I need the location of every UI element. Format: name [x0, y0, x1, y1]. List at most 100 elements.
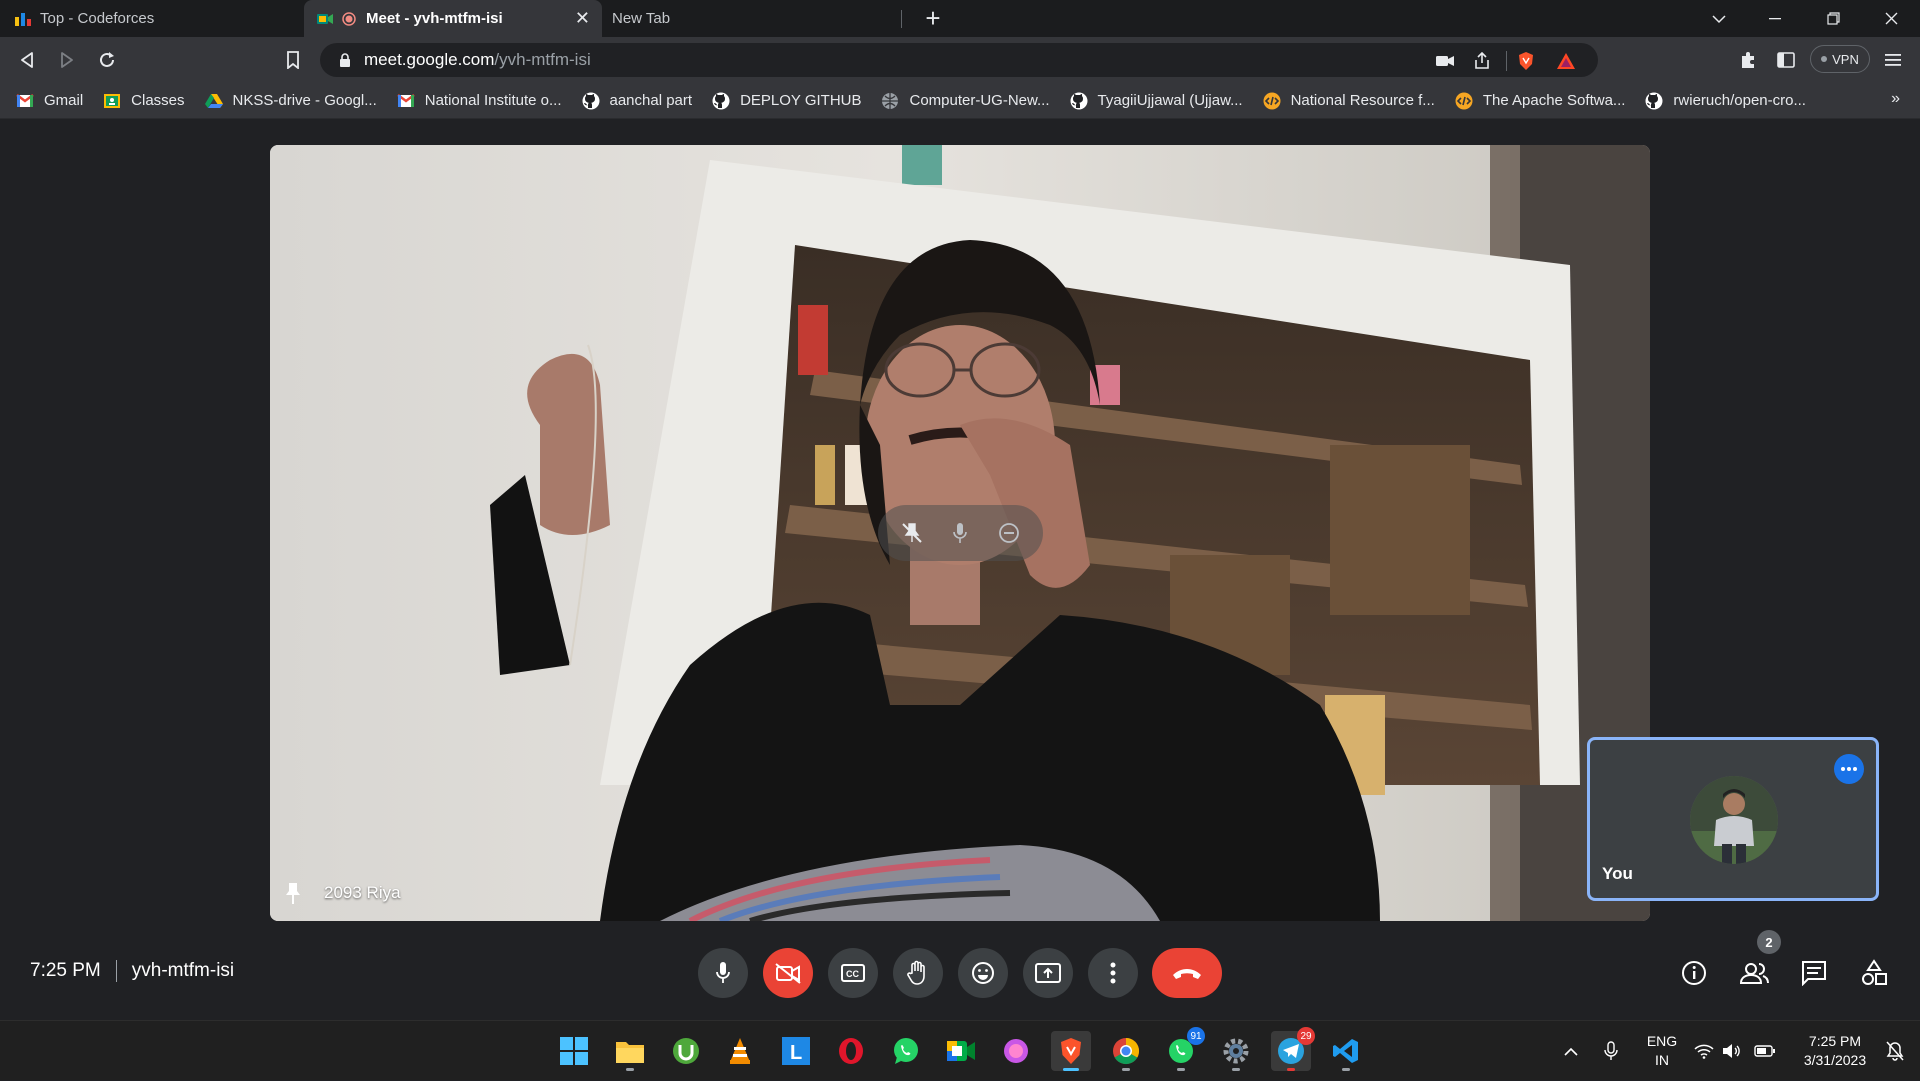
bookmark-item[interactable]: DEPLOY GITHUB — [712, 92, 861, 110]
sidebar-toggle-icon[interactable] — [1771, 45, 1801, 75]
tab-title: Meet - yvh-mtfm-isi — [366, 10, 503, 27]
minimize-button[interactable] — [1746, 0, 1804, 37]
bookmark-item[interactable]: National Institute o... — [397, 92, 562, 110]
raise-hand-button[interactable] — [893, 948, 943, 998]
main-video-tile[interactable] — [270, 145, 1650, 921]
bookmark-item[interactable]: aanchal part — [582, 92, 692, 110]
tab-codeforces[interactable]: Top - Codeforces — [2, 0, 302, 37]
vlc-icon[interactable] — [720, 1031, 760, 1071]
system-clock[interactable]: 7:25 PM 3/31/2023 — [1790, 1021, 1880, 1081]
start-button[interactable] — [554, 1031, 594, 1071]
brave-browser-icon[interactable] — [1051, 1031, 1091, 1071]
bookmark-item[interactable]: Gmail — [16, 92, 83, 110]
github-icon — [1645, 92, 1663, 110]
recording-icon — [340, 10, 357, 27]
brave-rewards-icon[interactable] — [1556, 51, 1576, 71]
menu-icon[interactable] — [1878, 45, 1908, 75]
bookmark-item[interactable]: Computer-UG-New... — [881, 92, 1050, 110]
running-indicator — [1122, 1068, 1130, 1071]
tab-meet[interactable]: Meet - yvh-mtfm-isi ✕ — [304, 0, 602, 37]
settings-icon[interactable] — [1216, 1031, 1256, 1071]
camera-in-use-icon[interactable] — [1435, 51, 1455, 71]
bookmark-item[interactable]: rwieruch/open-cro... — [1645, 92, 1806, 110]
battery-icon[interactable] — [1752, 1021, 1778, 1081]
language-indicator[interactable]: ENG IN — [1640, 1021, 1684, 1081]
bookmark-item[interactable]: The Apache Softwa... — [1455, 92, 1625, 110]
notification-badge: 91 — [1187, 1027, 1205, 1045]
share-icon[interactable] — [1472, 51, 1492, 71]
captions-button[interactable]: CC — [828, 948, 878, 998]
google-meet-icon[interactable] — [941, 1031, 981, 1071]
meeting-details-button[interactable] — [1673, 952, 1715, 994]
lock-icon[interactable] — [330, 52, 360, 68]
mic-icon[interactable] — [945, 518, 975, 548]
notifications-bell-icon[interactable] — [1880, 1021, 1910, 1081]
back-button[interactable] — [12, 45, 42, 75]
opera-icon[interactable] — [831, 1031, 871, 1071]
address-bar[interactable]: meet.google.com/yvh-mtfm-isi — [320, 43, 1598, 77]
close-window-button[interactable] — [1862, 0, 1920, 37]
globe-icon — [881, 92, 899, 110]
file-explorer-icon[interactable] — [610, 1031, 650, 1071]
more-options-button[interactable] — [1834, 754, 1864, 784]
github-icon — [1070, 92, 1088, 110]
vscode-icon[interactable] — [1326, 1031, 1366, 1071]
bookmark-label: NKSS-drive - Googl... — [232, 92, 377, 109]
region-code: IN — [1655, 1052, 1669, 1068]
remove-icon[interactable] — [994, 518, 1024, 548]
browser-tab-bar: Top - Codeforces Meet - yvh-mtfm-isi ✕ N… — [0, 0, 1920, 37]
show-hidden-icons-button[interactable] — [1556, 1021, 1586, 1081]
forward-button[interactable] — [52, 45, 82, 75]
gmail-icon — [397, 92, 415, 110]
code-icon — [1263, 92, 1281, 110]
whatsapp-web-icon[interactable]: 91 — [1161, 1027, 1205, 1071]
more-options-button[interactable] — [1088, 948, 1138, 998]
running-indicator — [1287, 1068, 1295, 1071]
bookmark-item[interactable]: TyagiiUjjawal (Ujjaw... — [1070, 92, 1243, 110]
github-icon — [712, 92, 730, 110]
bookmark-page-icon[interactable] — [278, 45, 308, 75]
bookmark-item[interactable]: National Resource f... — [1263, 92, 1435, 110]
pin-icon — [284, 882, 306, 904]
participant-name-label: 2093 Riya — [284, 882, 401, 904]
divider — [115, 960, 117, 982]
emoji-reactions-button[interactable] — [958, 948, 1008, 998]
present-screen-button[interactable] — [1023, 948, 1073, 998]
activities-button[interactable] — [1853, 952, 1895, 994]
participants-button[interactable] — [1733, 952, 1775, 994]
microphone-button[interactable] — [698, 948, 748, 998]
telegram-icon[interactable]: 29 — [1271, 1027, 1315, 1071]
code-icon — [1455, 92, 1473, 110]
reload-button[interactable] — [92, 45, 122, 75]
extensions-icon[interactable] — [1733, 45, 1763, 75]
new-tab-button[interactable]: + — [918, 4, 948, 34]
chrome-icon[interactable] — [1106, 1031, 1146, 1071]
vpn-button[interactable]: VPN — [1810, 45, 1870, 73]
brave-shields-icon[interactable] — [1516, 51, 1536, 71]
leave-call-button[interactable] — [1152, 948, 1222, 998]
restore-button[interactable] — [1804, 0, 1862, 37]
avatar — [1690, 776, 1778, 864]
bookmark-label: Gmail — [44, 92, 84, 109]
tab-new-tab[interactable]: New Tab — [600, 0, 900, 37]
mic-in-use-icon[interactable] — [1596, 1021, 1626, 1081]
close-tab-icon[interactable]: ✕ — [575, 8, 590, 29]
camera-off-button[interactable] — [763, 948, 813, 998]
tile-hover-controls — [878, 505, 1043, 561]
utorrent-icon[interactable] — [666, 1031, 706, 1071]
wifi-icon[interactable] — [1692, 1021, 1716, 1081]
running-indicator — [1177, 1068, 1185, 1071]
tab-search-icon[interactable] — [1690, 0, 1748, 37]
bookmark-item[interactable]: Classes — [103, 92, 185, 110]
meeting-code: yvh-mtfm-isi — [131, 960, 235, 981]
self-view-tile[interactable]: You — [1587, 737, 1879, 901]
whatsapp-icon[interactable] — [886, 1031, 926, 1071]
chat-button[interactable] — [1793, 952, 1835, 994]
firefox-developer-icon[interactable] — [996, 1031, 1036, 1071]
bookmark-item[interactable]: NKSS-drive - Googl... — [204, 92, 377, 110]
url-host: meet.google.com — [364, 50, 495, 69]
more-bookmarks-button[interactable]: » — [1891, 90, 1900, 108]
launcher-l-icon[interactable]: L — [776, 1031, 816, 1071]
pin-off-icon[interactable] — [897, 518, 927, 548]
volume-icon[interactable] — [1720, 1021, 1744, 1081]
